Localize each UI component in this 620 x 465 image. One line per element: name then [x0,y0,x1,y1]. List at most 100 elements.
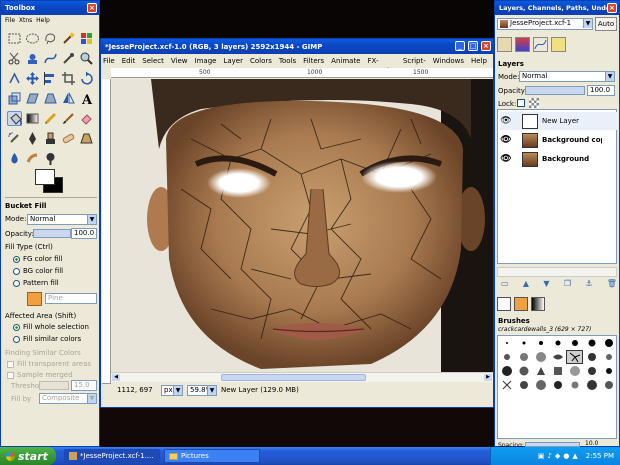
image-window-titlebar[interactable]: *JesseProject.xcf-1.0 (RGB, 3 layers) 25… [101,39,493,54]
layers-mode-dropdown[interactable]: Normal ▼ [519,71,615,82]
menu-layer[interactable]: Layer [223,56,243,66]
sample-merged-checkbox[interactable]: Sample merged [7,371,73,379]
shear-tool-icon[interactable] [25,91,40,106]
new-layer-icon[interactable]: ▭ [501,279,509,291]
brush-swatch[interactable] [515,336,532,350]
tray-security-icon[interactable]: ◆ [555,452,560,460]
perspective-tool-icon[interactable] [43,91,58,106]
brush-swatch[interactable] [583,336,600,350]
lower-layer-icon[interactable]: ▼ [543,279,549,291]
brush-swatch[interactable] [549,378,566,392]
flip-tool-icon[interactable] [61,91,76,106]
paths-tool-icon[interactable] [43,51,58,66]
bucket-fill-tool-icon[interactable] [7,111,22,126]
undo-tab-icon[interactable] [551,37,566,52]
lock-pixels-checkbox[interactable] [517,99,525,107]
brush-swatch[interactable] [600,364,617,378]
fill-whole-selection-radio[interactable]: Fill whole selection [13,323,89,331]
taskbar-item-gimp[interactable]: *JesseProject.xcf-1.... [64,449,160,463]
rotate-tool-icon[interactable] [79,71,94,86]
paintbrush-tool-icon[interactable] [61,111,76,126]
brush-swatch[interactable] [532,364,549,378]
toolbox-close-button[interactable]: × [87,3,97,13]
image-canvas[interactable] [111,79,493,372]
dock-titlebar[interactable]: Layers, Channels, Paths, Undo - × [495,1,619,15]
toolbox-xtns-menu[interactable]: Xtns [19,17,32,24]
brush-swatch[interactable] [532,350,549,364]
fill-transparent-checkbox[interactable]: Fill transparent areas [7,360,91,368]
brush-swatch[interactable] [549,336,566,350]
rect-select-tool-icon[interactable] [7,31,22,46]
opacity-spinner[interactable]: 100.0 [71,228,97,239]
scroll-left-arrow-icon[interactable]: ◀ [112,374,120,381]
auto-button[interactable]: Auto [595,17,617,31]
brushes-tab-icon[interactable] [497,297,511,311]
foreground-select-tool-icon[interactable] [25,51,40,66]
tray-volume-icon[interactable]: ♪ [547,452,551,460]
ruler-corner[interactable] [102,68,111,78]
threshold-slider[interactable] [39,381,69,390]
fuzzy-select-tool-icon[interactable] [61,31,76,46]
menu-script-fu[interactable]: Script-Fu [403,56,426,75]
scroll-right-arrow-icon[interactable]: ▶ [484,374,492,381]
scale-tool-icon[interactable] [7,91,22,106]
brush-swatch[interactable] [583,364,600,378]
menu-help[interactable]: Help [471,56,487,66]
layers-tab-icon[interactable] [497,37,512,52]
mode-dropdown[interactable]: Normal ▼ [27,214,97,225]
dodge-burn-tool-icon[interactable] [43,151,58,166]
align-tool-icon[interactable] [43,71,58,86]
scissors-tool-icon[interactable] [7,51,22,66]
tray-network-icon[interactable]: ▣ [538,452,545,460]
pattern-swatch[interactable] [27,292,42,306]
pattern-name-field[interactable]: Pine [45,293,97,304]
menu-select[interactable]: Select [142,56,164,66]
brush-swatch[interactable] [583,378,600,392]
tray-alert-icon[interactable]: ▲ [572,452,577,460]
brush-swatch[interactable] [498,336,515,350]
brush-swatch[interactable] [498,350,515,364]
taskbar-item-pictures[interactable]: Pictures [164,449,260,463]
measure-tool-icon[interactable] [7,71,22,86]
maximize-button[interactable]: □ [468,41,478,51]
visibility-eye-icon[interactable]: 👁 [500,116,512,126]
gradients-tab-icon[interactable] [531,297,545,311]
ellipse-select-tool-icon[interactable] [25,31,40,46]
start-button[interactable]: start [0,447,56,465]
menu-fx-foundry[interactable]: FX-Foundry [368,56,396,75]
brush-swatch[interactable] [566,364,583,378]
brush-swatch[interactable] [532,336,549,350]
brush-swatch[interactable] [515,378,532,392]
pattern-fill-radio[interactable]: Pattern fill [13,279,59,287]
visibility-eye-icon[interactable]: 👁 [500,154,512,164]
zoom-tool-icon[interactable] [79,51,94,66]
lock-alpha-icon[interactable] [529,98,539,108]
brush-swatch[interactable] [600,350,617,364]
heal-tool-icon[interactable] [61,131,76,146]
brush-swatch[interactable] [515,350,532,364]
unit-dropdown[interactable]: px ▼ [161,384,183,396]
menu-file[interactable]: File [103,56,115,66]
fg-color-fill-radio[interactable]: FG color fill [13,255,62,263]
move-tool-icon[interactable] [25,71,40,86]
duplicate-layer-icon[interactable]: ❐ [564,279,571,291]
menu-filters[interactable]: Filters [303,56,324,66]
brush-swatch[interactable] [498,378,515,392]
minimize-button[interactable]: _ [455,41,465,51]
lasso-tool-icon[interactable] [43,31,58,46]
select-by-color-tool-icon[interactable] [79,31,94,46]
layer-row[interactable]: 👁 Background [500,150,618,168]
horizontal-scroll-thumb[interactable] [221,374,366,381]
brush-swatch[interactable] [583,350,600,364]
layers-opacity-slider[interactable] [525,86,585,95]
blend-tool-icon[interactable] [25,111,40,126]
fill-similar-colors-radio[interactable]: Fill similar colors [13,335,81,343]
menu-colors[interactable]: Colors [250,56,272,66]
paths-tab-icon[interactable] [533,37,548,52]
brush-swatch[interactable] [549,350,566,364]
brush-swatch[interactable] [600,336,617,350]
patterns-tab-icon[interactable] [514,297,528,311]
brush-swatch[interactable] [532,378,549,392]
close-button[interactable]: × [481,41,491,51]
airbrush-tool-icon[interactable] [7,131,22,146]
